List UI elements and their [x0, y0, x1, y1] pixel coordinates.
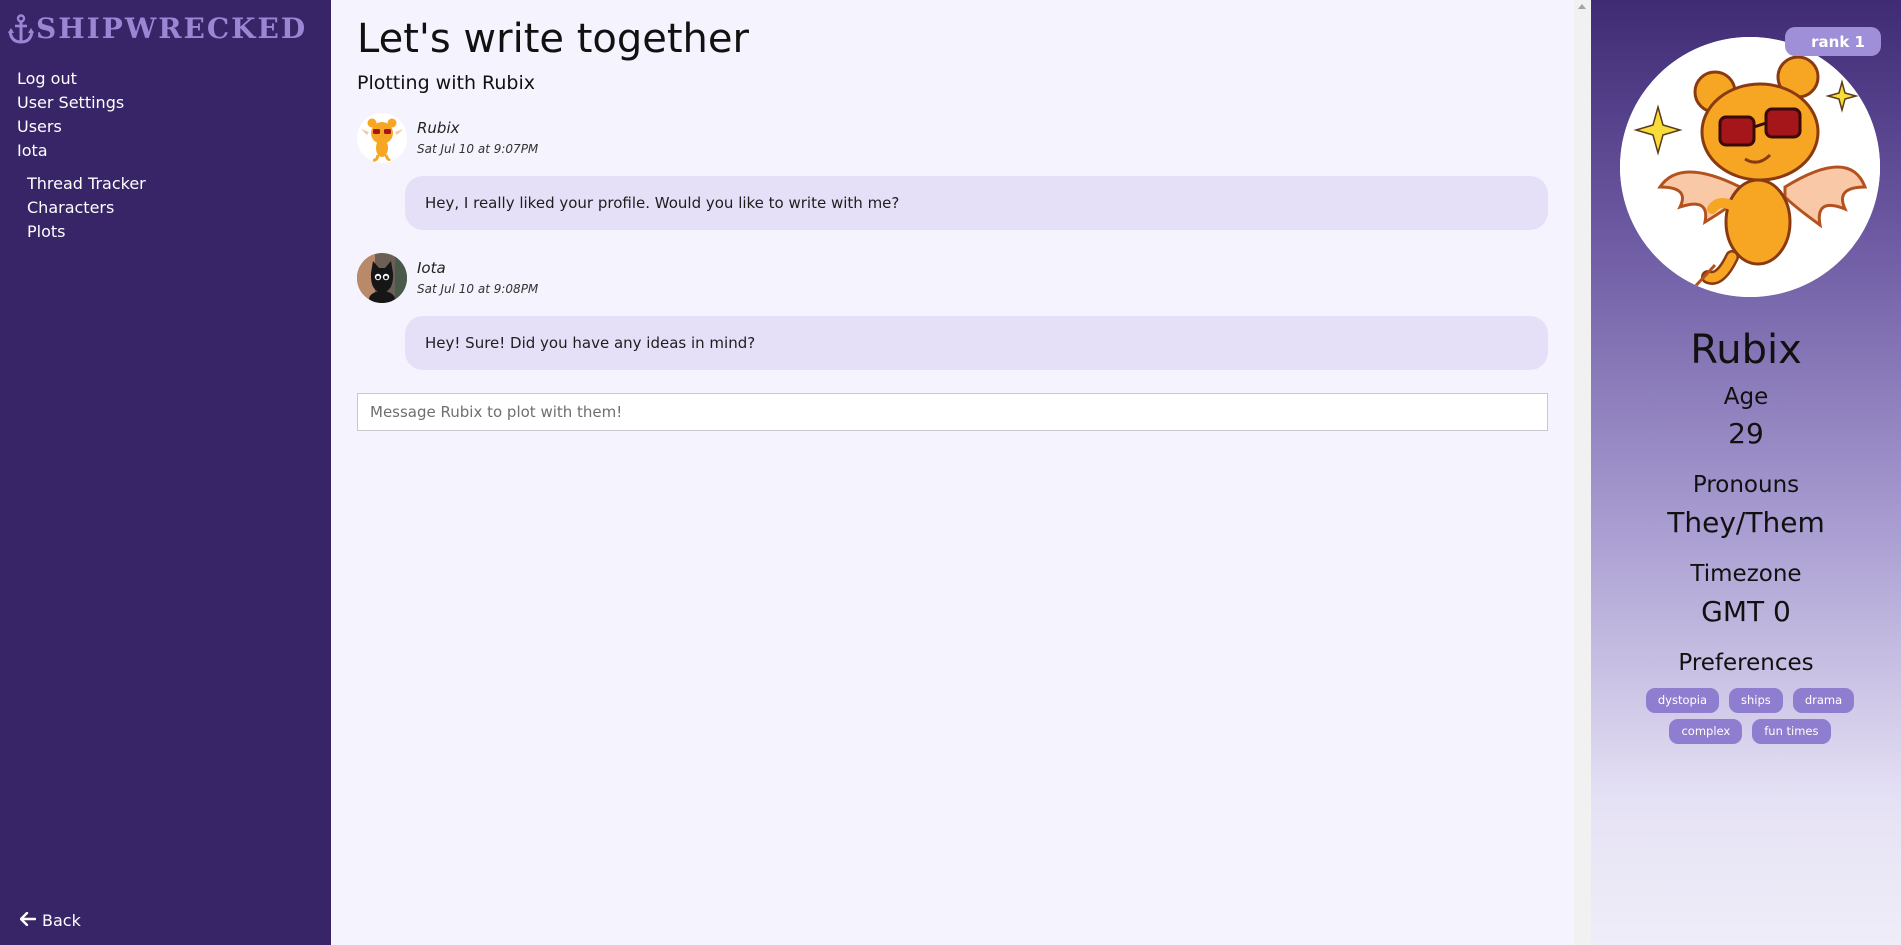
preference-tag: dystopia [1645, 688, 1720, 713]
nav-item-plots[interactable]: Plots [27, 220, 146, 244]
avatar-iota[interactable] [357, 253, 407, 303]
nav-item-users[interactable]: Users [17, 115, 124, 139]
app-root: SHIPWRECKED Log out User Settings Users … [0, 0, 1901, 945]
profile-panel: rank 1 Rubix Age 29 Pronouns They/Them T… [1591, 0, 1901, 945]
main-content: Let's write together Plotting with Rubix [331, 0, 1574, 945]
preference-tag: complex [1669, 719, 1743, 744]
pronouns-value: They/Them [1667, 506, 1825, 539]
message-item: Iota Sat Jul 10 at 9:08PM Hey! Sure! Did… [357, 253, 1551, 370]
preference-tag: ships [1729, 688, 1783, 713]
nav-item-characters[interactable]: Characters [27, 196, 146, 220]
back-link[interactable]: Back [19, 911, 81, 930]
scroll-up-icon[interactable] [1578, 4, 1586, 9]
nav-item-iota[interactable]: Iota [17, 139, 124, 163]
logo-text: SHIPWRECKED [36, 12, 308, 45]
preference-tag: fun times [1752, 719, 1831, 744]
message-author: Iota [417, 259, 446, 277]
avatar-rubix[interactable] [357, 113, 407, 163]
main-nav: Log out User Settings Users Iota [17, 67, 124, 163]
message-timestamp: Sat Jul 10 at 9:08PM [417, 282, 539, 296]
nav-item-thread-tracker[interactable]: Thread Tracker [27, 172, 146, 196]
message-author: Rubix [417, 119, 460, 137]
page-title: Let's write together [357, 16, 749, 62]
preference-tags: dystopia ships drama complex fun times [1639, 688, 1861, 744]
anchor-icon [8, 14, 34, 44]
arrow-left-icon [19, 911, 37, 930]
profile-name: Rubix [1690, 327, 1802, 373]
message-bubble: Hey, I really liked your profile. Would … [405, 176, 1548, 230]
timezone-label: Timezone [1690, 561, 1802, 587]
message-timestamp: Sat Jul 10 at 9:07PM [417, 142, 539, 156]
preference-tag: drama [1792, 688, 1855, 713]
timezone-value: GMT 0 [1701, 595, 1791, 628]
preferences-label: Preferences [1678, 650, 1814, 676]
message-bubble: Hey! Sure! Did you have any ideas in min… [405, 316, 1548, 370]
pronouns-label: Pronouns [1692, 472, 1800, 498]
nav-item-log-out[interactable]: Log out [17, 67, 124, 91]
character-subnav: Thread Tracker Characters Plots [27, 172, 146, 244]
back-label: Back [42, 911, 81, 930]
sidebar: SHIPWRECKED Log out User Settings Users … [0, 0, 331, 945]
age-label: Age [1723, 384, 1769, 410]
scrollbar[interactable] [1574, 0, 1591, 945]
profile-avatar [1620, 37, 1880, 297]
logo[interactable]: SHIPWRECKED [8, 11, 307, 47]
nav-item-user-settings[interactable]: User Settings [17, 91, 124, 115]
age-value: 29 [1728, 417, 1764, 450]
page-subtitle: Plotting with Rubix [357, 72, 536, 94]
message-input[interactable] [357, 393, 1548, 431]
message-item: Rubix Sat Jul 10 at 9:07PM Hey, I really… [357, 113, 1551, 230]
rank-badge: rank 1 [1785, 27, 1881, 56]
